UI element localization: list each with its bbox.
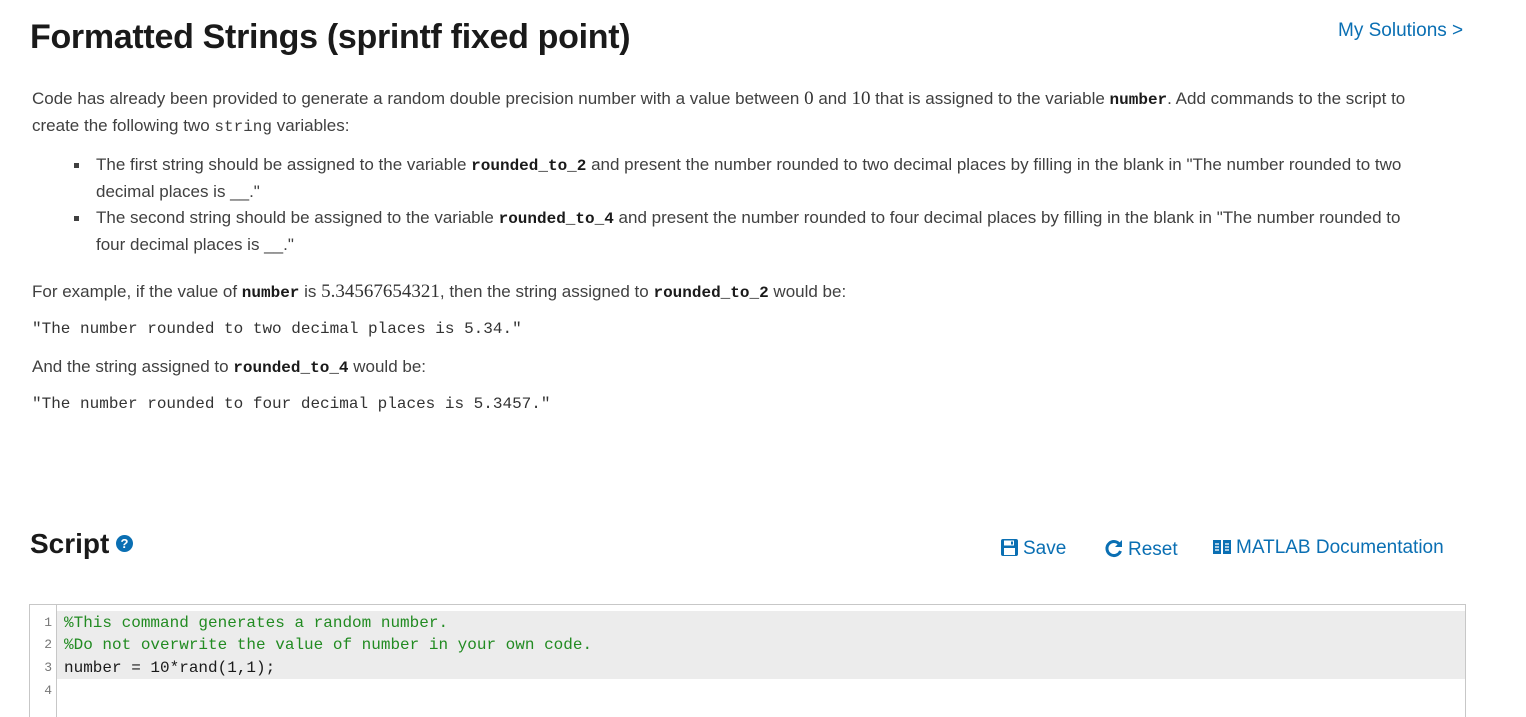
var-rounded-to-4: rounded_to_4 [233,359,349,377]
problem-description: Code has already been provided to genera… [32,86,1432,258]
example-value: 5.34567654321 [321,281,440,302]
matlab-documentation-link[interactable]: MATLAB Documentation [1212,537,1444,562]
problem-title: Formatted Strings (sprintf fixed point) [30,18,631,56]
list-item: The second string should be assigned to … [74,205,1432,258]
line-number: 4 [44,683,52,698]
var-rounded-to-2: rounded_to_2 [471,157,587,175]
line-number: 1 [44,615,52,630]
example-paragraph: For example, if the value of number is 5… [32,281,847,302]
var-number: number [241,284,300,302]
reset-arrow-icon [1104,538,1124,564]
my-solutions-link[interactable]: My Solutions > [1338,20,1463,42]
list-item: The first string should be assigned to t… [74,152,1432,205]
question-circle-icon[interactable]: ? [116,535,133,552]
save-button[interactable]: Save [1000,538,1066,563]
code-line: %Do not overwrite the value of number in… [64,636,593,654]
line-number: 3 [44,660,52,675]
line-number-gutter: 1 2 3 4 [30,605,57,717]
line-number: 2 [44,637,52,652]
math-ten: 10 [851,88,871,109]
floppy-disk-icon [1000,538,1019,563]
code-editor[interactable]: 1 2 3 4 %This command generates a random… [29,604,1466,717]
example-paragraph-2: And the string assigned to rounded_to_4 … [32,357,427,377]
code-line: number = 10*rand(1,1); [64,659,276,677]
math-zero: 0 [804,88,814,109]
var-rounded-to-4: rounded_to_4 [498,210,614,228]
example-output-2dp: "The number rounded to two decimal place… [32,320,522,338]
reset-button[interactable]: Reset [1104,538,1178,564]
book-icon [1212,538,1232,562]
code-line: %This command generates a random number. [64,614,449,632]
var-rounded-to-2: rounded_to_2 [653,284,769,302]
string-keyword: string [214,118,272,136]
requirements-list: The first string should be assigned to t… [32,152,1432,258]
var-number: number [1109,91,1168,109]
script-heading: Script [30,528,110,559]
example-output-4dp: "The number rounded to four decimal plac… [32,395,551,413]
intro-paragraph: Code has already been provided to genera… [32,88,1406,136]
